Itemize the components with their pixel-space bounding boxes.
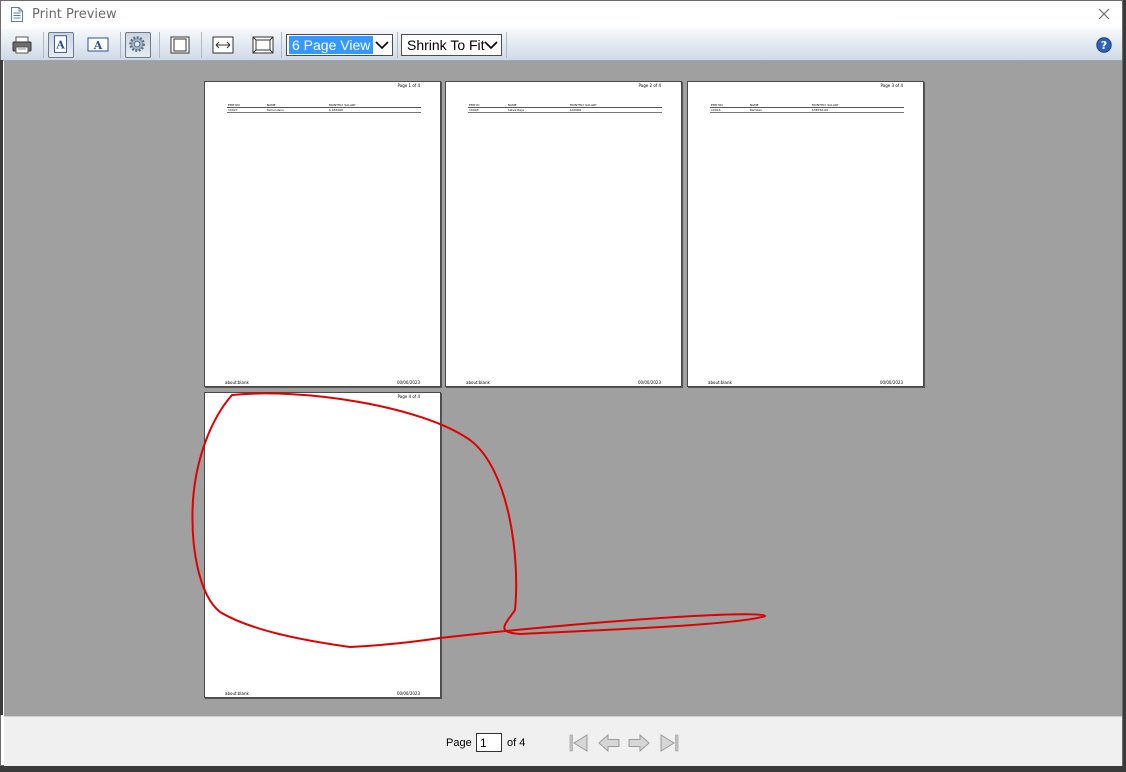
page-number-label: Page 3 of 4 [880,83,903,88]
report-table: EMP NO NAME MONTHLY SALARY 10016 Ramkan … [710,103,904,113]
title-bar: Print Preview [1,1,1122,29]
fit-page-button[interactable] [250,32,276,58]
first-page-icon[interactable] [567,732,591,754]
print-icon [12,36,32,54]
table-cell: Satva Raja [506,107,569,113]
gear-icon [129,36,145,52]
table-row: 10093 Satva Raja $40000 [468,107,662,113]
view-mode-value: 6 Page View [289,36,374,54]
view-mode-select[interactable]: 6 Page View [286,34,393,56]
svg-text:A: A [93,39,103,52]
preview-area[interactable]: Page 1 of 4 EMP NO NAME MONTHLY SALARY 1… [4,61,1122,716]
table-cell: Ramkan [748,107,811,113]
toolbar: A A 6 Page View Shrink To Fit ? [1,29,1122,61]
table-row: 10016 Ramkan $38750.00 [710,107,904,113]
toolbar-separator [506,32,507,58]
document-icon [11,7,23,22]
close-icon[interactable] [1094,4,1114,24]
page-footer-date: 00/00/2023 [396,691,420,696]
preview-page-4[interactable]: Page 4 of 4 about:blank 00/00/2023 [204,392,441,698]
previous-page-icon[interactable] [597,732,621,754]
toolbar-separator [397,32,398,58]
report-table: EMP NO NAME MONTHLY SALARY 10027 Tamunds… [227,103,421,113]
current-page-input[interactable] [476,733,502,752]
single-page-button[interactable] [167,32,193,58]
page-label: Page [446,737,472,749]
toolbar-separator [159,32,160,58]
table-cell: $40000 [568,107,662,113]
print-button[interactable] [9,32,35,58]
toolbar-separator [281,32,282,58]
toolbar-separator [43,32,44,58]
page-footer-url: about:blank [708,380,732,385]
scale-value: Shrink To Fit [407,37,485,53]
page-number-label: Page 1 of 4 [397,83,420,88]
page-number-label: Page 2 of 4 [638,83,661,88]
page-footer-url: about:blank [466,380,490,385]
table-cell: $38750.00 [810,107,904,113]
page-number-label: Page 4 of 4 [397,394,420,399]
toolbar-separator [201,32,202,58]
window-edge [0,60,3,715]
fit-width-icon [212,36,234,54]
svg-text:A: A [55,39,65,52]
table-cell: $ 455000 [327,107,421,113]
page-footer-url: about:blank [225,380,249,385]
print-preview-window: Print Preview A A 6 Page View Shrink To … [0,0,1123,766]
chevron-down-icon [484,41,498,50]
table-cell: 10016 [710,107,749,113]
navigation-bar: Page of 4 [4,716,1122,766]
window-title: Print Preview [32,7,117,22]
table-cell: 10093 [468,107,507,113]
chevron-down-icon [375,41,389,50]
svg-text:?: ? [1101,39,1107,52]
page-footer-date: 00/00/2023 [396,380,420,385]
single-page-icon [170,36,190,54]
portrait-button[interactable]: A [48,32,74,58]
landscape-button[interactable]: A [85,32,111,58]
table-row: 10027 Tamundson $ 455000 [227,107,421,113]
preview-page-2[interactable]: Page 2 of 4 EMP ID NAME MONTHLY SALARY 1… [445,81,682,387]
scale-select[interactable]: Shrink To Fit [401,34,502,56]
page-footer-date: 00/00/2023 [879,380,903,385]
page-footer-date: 00/00/2023 [637,380,661,385]
help-icon[interactable]: ? [1096,37,1112,53]
report-table: EMP ID NAME MONTHLY SALARY 10093 Satva R… [468,103,662,113]
page-footer-url: about:blank [225,691,249,696]
landscape-icon: A [87,37,109,52]
last-page-icon[interactable] [657,732,681,754]
table-cell: 10027 [227,107,266,113]
preview-page-1[interactable]: Page 1 of 4 EMP NO NAME MONTHLY SALARY 1… [204,81,441,387]
fit-page-icon [252,36,274,54]
page-setup-button[interactable] [125,32,151,58]
portrait-icon: A [54,35,67,53]
preview-page-3[interactable]: Page 3 of 4 EMP NO NAME MONTHLY SALARY 1… [687,81,924,387]
fit-width-button[interactable] [210,32,236,58]
page-total-label: of 4 [507,737,526,749]
toolbar-separator [120,32,121,58]
next-page-icon[interactable] [627,732,651,754]
table-cell: Tamundson [265,107,328,113]
